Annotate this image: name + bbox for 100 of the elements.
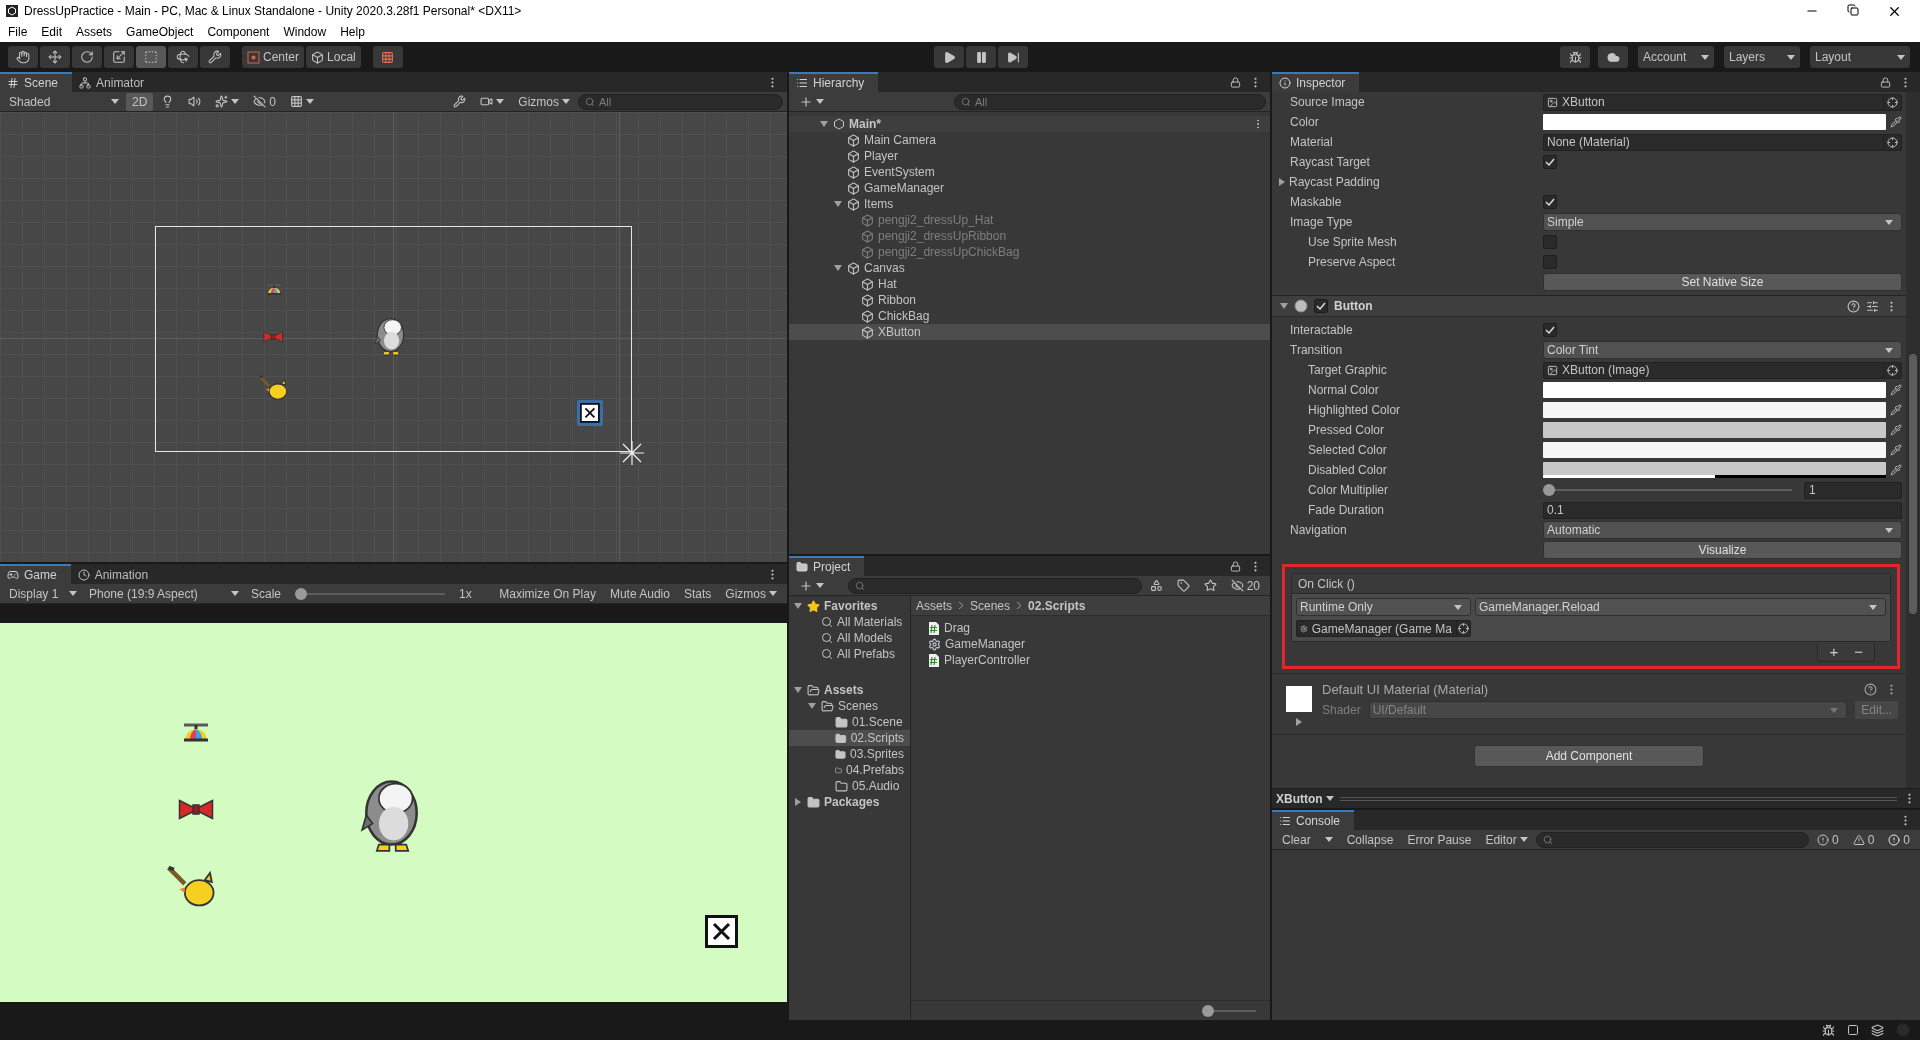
project-tree-item[interactable]: 05.Audio (789, 778, 910, 794)
tool-button[interactable] (40, 46, 70, 68)
menu-item[interactable]: Help (340, 25, 365, 39)
add-button[interactable]: + (1824, 643, 1844, 660)
asset-item[interactable]: GameManager (911, 636, 1270, 652)
asset-item[interactable]: Drag (911, 620, 1270, 636)
hierarchy-item[interactable]: Canvas (789, 260, 1270, 276)
menu-item[interactable]: Window (283, 25, 327, 39)
color-field[interactable] (1543, 462, 1886, 475)
expanded-arrow-icon[interactable] (808, 702, 816, 710)
toolbar-dropdown[interactable]: Layers (1724, 46, 1800, 68)
snap-button[interactable] (372, 46, 403, 68)
pivot-button[interactable]: Local (306, 46, 361, 68)
pause-button[interactable] (966, 46, 997, 68)
tool-button[interactable] (72, 46, 102, 68)
tab[interactable]: Hierarchy (789, 72, 879, 92)
color-field[interactable] (1543, 114, 1886, 130)
project-tree-item[interactable]: All Prefabs (789, 646, 910, 662)
hierarchy-item[interactable]: GameManager (789, 180, 1270, 196)
eyedropper-icon[interactable] (1890, 384, 1902, 396)
presets-icon[interactable] (1866, 299, 1879, 313)
remove-button[interactable]: − (1849, 643, 1868, 660)
project-tree-item[interactable]: Assets (789, 682, 910, 698)
step-button[interactable] (998, 46, 1029, 68)
checkbox[interactable] (1543, 255, 1557, 269)
component-header[interactable]: Button (1272, 295, 1906, 317)
color-field[interactable] (1543, 402, 1886, 418)
project-tree-item[interactable]: Scenes (789, 698, 910, 714)
color-field[interactable] (1543, 382, 1886, 398)
breadcrumb[interactable]: Assets (916, 598, 952, 613)
tab[interactable]: Console (1272, 810, 1355, 830)
number-field[interactable]: 0.1 (1543, 501, 1902, 519)
number-field[interactable]: 1 (1804, 481, 1902, 499)
color-field[interactable] (1543, 422, 1886, 438)
target-icon[interactable] (1887, 364, 1898, 376)
checkbox[interactable] (1543, 155, 1557, 169)
checkbox[interactable] (1543, 235, 1557, 249)
hierarchy-item[interactable]: Hat (789, 276, 1270, 292)
dropdown[interactable]: Simple (1543, 213, 1902, 231)
restore-icon[interactable] (1847, 3, 1859, 16)
help-icon[interactable] (1864, 683, 1877, 696)
collapsed-arrow-icon[interactable] (794, 798, 802, 806)
search-field[interactable] (848, 577, 1142, 594)
hierarchy-item[interactable]: XButton (789, 324, 1270, 340)
menu-item[interactable]: File (8, 25, 28, 39)
target-icon[interactable] (1887, 136, 1898, 148)
lock-icon[interactable] (1880, 76, 1891, 88)
asset-item[interactable]: PlayerController (911, 652, 1270, 668)
hierarchy-item[interactable]: ChickBag (789, 308, 1270, 324)
eyedropper-icon[interactable] (1890, 116, 1902, 128)
dropdown[interactable]: GameManager.Reload (1475, 598, 1886, 616)
color-field[interactable] (1543, 442, 1886, 458)
tab[interactable]: Animation (70, 564, 163, 584)
tool-button[interactable] (168, 46, 198, 68)
scene-item[interactable]: Main* (789, 116, 1270, 132)
slider[interactable] (1543, 484, 1792, 496)
project-tree-item[interactable]: 02.Scripts (789, 730, 910, 746)
breadcrumb[interactable]: Scenes (970, 598, 1011, 613)
slider[interactable] (295, 587, 446, 600)
help-icon[interactable] (1847, 299, 1860, 313)
slider[interactable] (1202, 1004, 1256, 1017)
action-button[interactable]: Set Native Size (1543, 273, 1902, 291)
tab[interactable]: Game (0, 564, 71, 584)
eyedropper-icon[interactable] (1890, 444, 1902, 456)
action-button[interactable]: Visualize (1543, 541, 1902, 559)
object-field[interactable]: None (Material) (1543, 133, 1902, 151)
lock-icon[interactable] (1230, 76, 1241, 88)
menu-item[interactable]: Assets (76, 25, 113, 39)
expanded-arrow-icon[interactable] (794, 686, 802, 694)
lock-icon[interactable] (1230, 560, 1241, 572)
checkbox[interactable] (1314, 299, 1328, 313)
menu-item[interactable]: Edit (41, 25, 63, 39)
collapsed-arrow-icon[interactable] (1295, 718, 1303, 726)
hierarchy-item[interactable]: Ribbon (789, 292, 1270, 308)
2d-toggle[interactable]: 2D (126, 92, 154, 111)
breadcrumb[interactable]: 02.Scripts (1028, 598, 1086, 613)
toolbar-dropdown[interactable]: Account (1638, 46, 1714, 68)
eyedropper-icon[interactable] (1890, 424, 1902, 436)
selection-dropdown[interactable]: XButton (1276, 791, 1334, 806)
expanded-arrow-icon[interactable] (1280, 302, 1288, 310)
hierarchy-item[interactable]: Player (789, 148, 1270, 164)
project-tree-item[interactable]: Favorites (789, 598, 910, 614)
play-button[interactable] (934, 46, 965, 68)
tool-button[interactable] (200, 46, 230, 68)
cloud-button[interactable] (1598, 46, 1628, 68)
target-icon[interactable] (1457, 623, 1469, 634)
eyedropper-icon[interactable] (1890, 404, 1902, 416)
project-tree-item[interactable]: 01.Scene (789, 714, 910, 730)
checkbox[interactable] (1543, 195, 1557, 209)
project-tree-item[interactable]: 03.Sprites (789, 746, 910, 762)
expanded-arrow-icon[interactable] (834, 200, 842, 208)
tab[interactable]: Project (789, 556, 865, 576)
hierarchy-item[interactable]: Main Camera (789, 132, 1270, 148)
add-component-button[interactable]: Add Component (1474, 745, 1704, 767)
pivot-button[interactable]: Center (242, 46, 305, 68)
hierarchy-item[interactable]: EventSystem (789, 164, 1270, 180)
checkbox[interactable] (1543, 323, 1557, 337)
tab[interactable]: Scene (0, 72, 73, 92)
eyedropper-icon[interactable] (1890, 464, 1902, 476)
dropdown[interactable]: Automatic (1543, 521, 1902, 539)
